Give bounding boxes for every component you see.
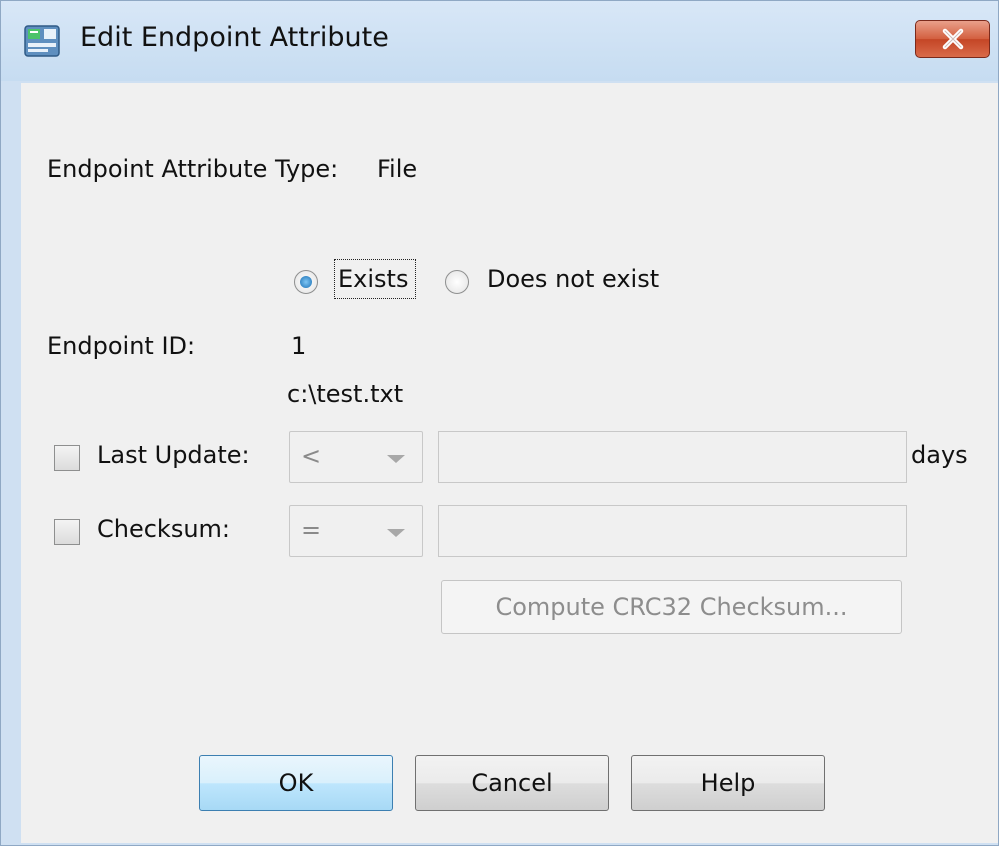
endpoint-id-value: 1 <box>291 332 307 360</box>
attribute-type-label: Endpoint Attribute Type: <box>47 155 339 183</box>
endpoint-id-label: Endpoint ID: <box>47 332 196 360</box>
close-icon <box>942 28 963 50</box>
file-path: c:\test.txt <box>287 380 404 408</box>
checksum-operator-select[interactable]: = <box>289 505 423 557</box>
ok-button[interactable]: OK <box>199 755 393 811</box>
attribute-type-value: File <box>377 155 418 183</box>
compute-crc32-button[interactable]: Compute CRC32 Checksum... <box>441 580 902 634</box>
checksum-checkbox[interactable] <box>54 519 80 545</box>
radio-does-not-exist-label[interactable]: Does not exist <box>487 265 659 293</box>
dialog-body: Endpoint Attribute Type: File Exists Doe… <box>21 83 998 843</box>
window-title: Edit Endpoint Attribute <box>80 22 389 53</box>
last-update-label[interactable]: Last Update: <box>97 441 250 469</box>
app-icon <box>24 25 60 57</box>
last-update-checkbox[interactable] <box>54 445 80 471</box>
checksum-operator-value: = <box>301 516 322 544</box>
last-update-operator-value: < <box>301 442 322 470</box>
title-bar[interactable]: Edit Endpoint Attribute <box>1 1 998 81</box>
radio-exists-label[interactable]: Exists <box>338 265 408 293</box>
days-unit-label: days <box>911 441 968 469</box>
chevron-down-icon <box>387 455 405 463</box>
radio-exists[interactable] <box>294 270 318 294</box>
edit-endpoint-attribute-dialog: Edit Endpoint Attribute Endpoint Attribu… <box>0 0 999 846</box>
help-button[interactable]: Help <box>631 755 825 811</box>
radio-does-not-exist[interactable] <box>445 270 469 294</box>
cancel-button[interactable]: Cancel <box>415 755 609 811</box>
last-update-operator-select[interactable]: < <box>289 431 423 483</box>
close-button[interactable] <box>915 20 990 58</box>
last-update-days-input[interactable] <box>438 431 907 483</box>
checksum-input[interactable] <box>438 505 907 557</box>
chevron-down-icon <box>387 529 405 537</box>
checksum-label[interactable]: Checksum: <box>97 515 230 543</box>
